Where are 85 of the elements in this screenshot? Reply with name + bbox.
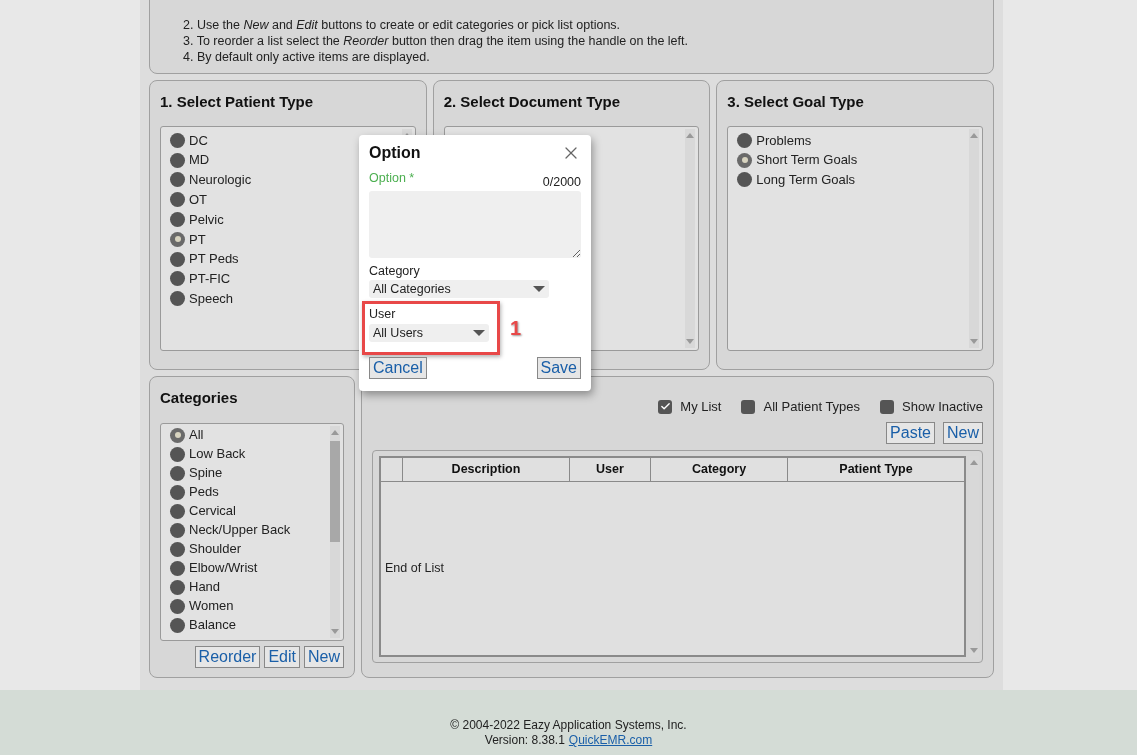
dialog-title: Option [369, 143, 421, 163]
radio-label: Balance [189, 616, 236, 635]
field-label: User [369, 307, 396, 322]
radio-label: PT-FIC [189, 270, 231, 289]
radio-label: OT [189, 191, 208, 210]
radio-button[interactable] [170, 291, 185, 307]
action-button[interactable]: New [943, 421, 983, 444]
radio-button[interactable] [737, 172, 753, 188]
checkbox[interactable] [880, 399, 895, 414]
checkbox[interactable] [658, 399, 673, 414]
radio-button[interactable] [170, 484, 185, 500]
radio-button[interactable] [170, 231, 185, 247]
radio-button[interactable] [170, 579, 185, 595]
radio-label: PT [189, 230, 206, 249]
checkbox-label: My List [680, 398, 722, 416]
copyright-text: © 2004-2022 Eazy Application Systems, Inc. [450, 718, 687, 733]
radio-label: Low Back [189, 445, 246, 464]
radio-button[interactable] [170, 251, 185, 267]
char-counter: 0/2000 [542, 175, 581, 191]
field-label: Option * [369, 171, 415, 187]
empty-message: End of List [385, 559, 445, 577]
panel-title: 3. Select Goal Type [727, 92, 865, 112]
action-button[interactable]: Reorder [194, 645, 261, 668]
radio-label: MD [189, 151, 210, 170]
table-header-cell[interactable]: User [570, 457, 651, 481]
category-select[interactable]: All Categories [369, 280, 549, 298]
save-button[interactable]: Save [536, 357, 581, 379]
user-select[interactable]: All Users [369, 324, 489, 342]
table-header-cell[interactable]: Patient Type [788, 457, 964, 481]
radio-label: Hand [189, 578, 221, 597]
radio-button[interactable] [170, 427, 185, 443]
radio-label: Elbow/Wrist [189, 559, 258, 578]
radio-button[interactable] [737, 132, 753, 148]
action-button[interactable]: Edit [264, 645, 300, 668]
radio-label: Shoulder [189, 540, 242, 559]
radio-button[interactable] [170, 541, 185, 557]
radio-button[interactable] [170, 560, 185, 576]
checkbox-label: All Patient Types [763, 398, 861, 416]
website-link[interactable]: QuickEMR.com [568, 733, 653, 748]
radio-label: Peds [189, 483, 219, 502]
action-button[interactable]: New [304, 645, 344, 668]
radio-button[interactable] [170, 212, 185, 228]
panel-title: 2. Select Document Type [443, 92, 622, 112]
table-header-cell[interactable]: Description [403, 457, 570, 481]
radio-label: Cervical [189, 502, 236, 521]
radio-button[interactable] [170, 465, 185, 481]
checkbox[interactable] [741, 399, 756, 414]
radio-button[interactable] [170, 598, 185, 614]
radio-button[interactable] [170, 446, 185, 462]
radio-button[interactable] [170, 132, 185, 148]
radio-button[interactable] [170, 192, 185, 208]
field-label: Category [369, 264, 420, 278]
radio-button[interactable] [170, 172, 185, 188]
radio-label: Short Term Goals [756, 151, 858, 170]
instruction-text: 3. To reorder a list select the Reorder button then drag the item using the handle on the left. [183, 33, 689, 49]
option-field[interactable] [369, 191, 581, 258]
cancel-button[interactable]: Cancel [369, 357, 427, 379]
radio-label: DC [189, 131, 208, 150]
table-header-cell[interactable]: Category [651, 457, 788, 481]
radio-label: Long Term Goals [756, 171, 856, 190]
instruction-text: 2. Use the New and Edit buttons to create or edit categories or pick list options. [183, 17, 622, 33]
radio-label: Neurologic [189, 171, 252, 190]
panel-title: Categories [160, 388, 239, 408]
radio-button[interactable] [737, 152, 753, 168]
radio-label: Pelvic [189, 210, 224, 229]
panel-title: 1. Select Patient Type [160, 92, 315, 112]
radio-button[interactable] [170, 617, 185, 633]
radio-button[interactable] [170, 152, 185, 168]
radio-label: Speech [189, 290, 234, 308]
radio-button[interactable] [170, 503, 185, 519]
radio-label: Problems [756, 131, 812, 150]
radio-label: Spine [189, 464, 223, 483]
checkbox-label: Show Inactive [902, 398, 983, 416]
instruction-text: 4. By default only active items are displayed. [183, 49, 431, 65]
radio-button[interactable] [170, 271, 185, 287]
caret-icon [473, 330, 485, 336]
radio-button[interactable] [170, 522, 185, 538]
version-text: Version: 8.38.1 [484, 733, 565, 748]
radio-label: Women [189, 597, 234, 616]
action-button[interactable]: Paste [886, 421, 935, 444]
radio-label: All [189, 426, 204, 445]
radio-label: PT Peds [189, 250, 239, 269]
radio-label: Neck/Upper Back [189, 521, 291, 540]
annotation-number: 1 [510, 317, 522, 339]
caret-icon [533, 286, 545, 292]
